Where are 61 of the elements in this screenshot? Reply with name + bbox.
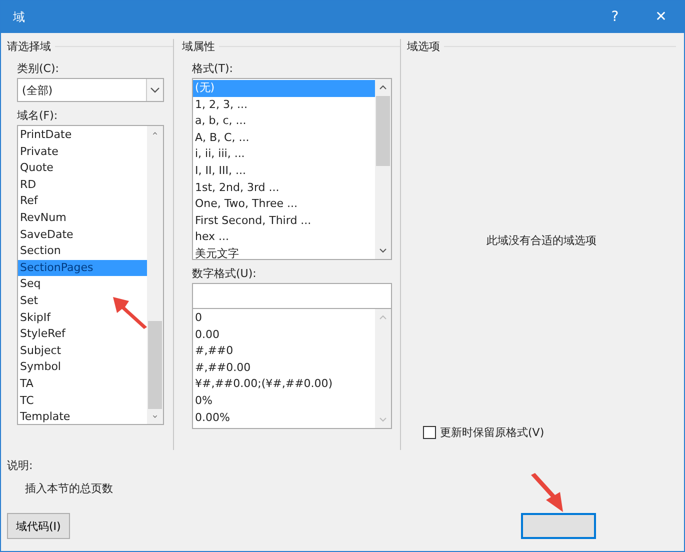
number-format-item[interactable]: #,##0.00 xyxy=(193,360,253,376)
field-name-item[interactable]: Symbol xyxy=(18,359,63,376)
field-name-item[interactable]: Template xyxy=(18,409,72,424)
field-codes-button[interactable]: 域代码(I) xyxy=(7,513,70,539)
field-names-label: 域名(F): xyxy=(17,108,59,122)
field-name-item[interactable]: TA xyxy=(18,376,36,392)
format-item[interactable]: 1st, 2nd, 3rd ... xyxy=(193,180,282,196)
format-item[interactable]: 美元文字 xyxy=(193,246,241,259)
format-item[interactable]: i, ii, iii, ... xyxy=(193,146,247,163)
format-item[interactable]: I, II, III, ... xyxy=(193,162,248,180)
close-button[interactable]: ✕ xyxy=(638,1,684,33)
group-heading: 请选择域 xyxy=(7,38,51,54)
number-format-label: 数字格式(U): xyxy=(192,266,258,280)
number-format-item[interactable]: ¥#,##0.00;(¥#,##0.00) xyxy=(193,376,335,393)
number-format-item[interactable]: 0% xyxy=(193,392,214,410)
number-format-item[interactable]: 0.00% xyxy=(193,410,232,426)
field-name-item[interactable]: TC xyxy=(18,392,36,410)
field-name-item[interactable]: SaveDate xyxy=(18,226,76,244)
scrollbar[interactable] xyxy=(375,79,391,259)
number-format-item[interactable]: 0 xyxy=(193,310,204,327)
format-item[interactable]: A, B, C, ... xyxy=(193,130,252,146)
format-item[interactable]: 1, 2, 3, ... xyxy=(193,96,250,114)
format-label: 格式(T): xyxy=(192,61,234,75)
help-button[interactable]: ? xyxy=(592,1,638,33)
format-item[interactable]: One, Two, Three ... xyxy=(193,196,300,213)
field-name-item[interactable]: SectionPages xyxy=(18,260,147,276)
field-name-item[interactable]: PrintDate xyxy=(18,127,74,144)
category-label: 类别(C): xyxy=(17,61,60,75)
description-text: 插入本节的总页数 xyxy=(25,481,114,496)
field-name-item[interactable]: Private xyxy=(18,144,60,160)
field-name-item[interactable]: Ref xyxy=(18,193,40,210)
number-format-item[interactable]: 0.00 xyxy=(193,326,222,344)
number-format-item[interactable]: #,##0 xyxy=(193,343,236,360)
no-options-message: 此域没有合适的域选项 xyxy=(486,232,596,248)
scrollbar[interactable] xyxy=(147,126,163,424)
window-title: 域 xyxy=(13,8,25,26)
group-heading: 域选项 xyxy=(407,38,440,54)
field-name-item[interactable]: Seq xyxy=(18,276,43,293)
field-name-item[interactable]: Set xyxy=(18,292,40,310)
field-name-item[interactable]: StyleRef xyxy=(18,326,68,343)
dropdown-caret-icon xyxy=(146,79,163,101)
field-name-item[interactable]: Quote xyxy=(18,160,56,177)
scroll-down-icon[interactable] xyxy=(151,415,159,418)
category-dropdown[interactable]: (全部) xyxy=(17,78,164,102)
checkbox-label: 更新时保留原格式(V) xyxy=(440,425,544,440)
field-name-item[interactable]: SkipIf xyxy=(18,310,53,326)
scroll-up-icon[interactable] xyxy=(151,132,159,135)
format-item[interactable]: First Second, Third ... xyxy=(193,212,314,230)
field-name-item[interactable]: RD xyxy=(18,176,38,194)
field-name-item[interactable]: Section xyxy=(18,243,63,260)
format-item[interactable]: hex ... xyxy=(193,229,232,246)
scroll-up-icon[interactable] xyxy=(379,85,387,90)
description-label: 说明: xyxy=(7,458,34,473)
checkbox[interactable] xyxy=(423,426,436,439)
default-button[interactable] xyxy=(521,513,596,539)
number-format-field[interactable] xyxy=(192,283,392,309)
format-item[interactable]: a, b, c, ... xyxy=(193,113,248,130)
field-name-item[interactable]: RevNum xyxy=(18,210,68,227)
scroll-down-icon[interactable] xyxy=(379,248,387,253)
field-name-item[interactable]: Subject xyxy=(18,342,64,360)
group-heading: 域属性 xyxy=(182,38,215,54)
